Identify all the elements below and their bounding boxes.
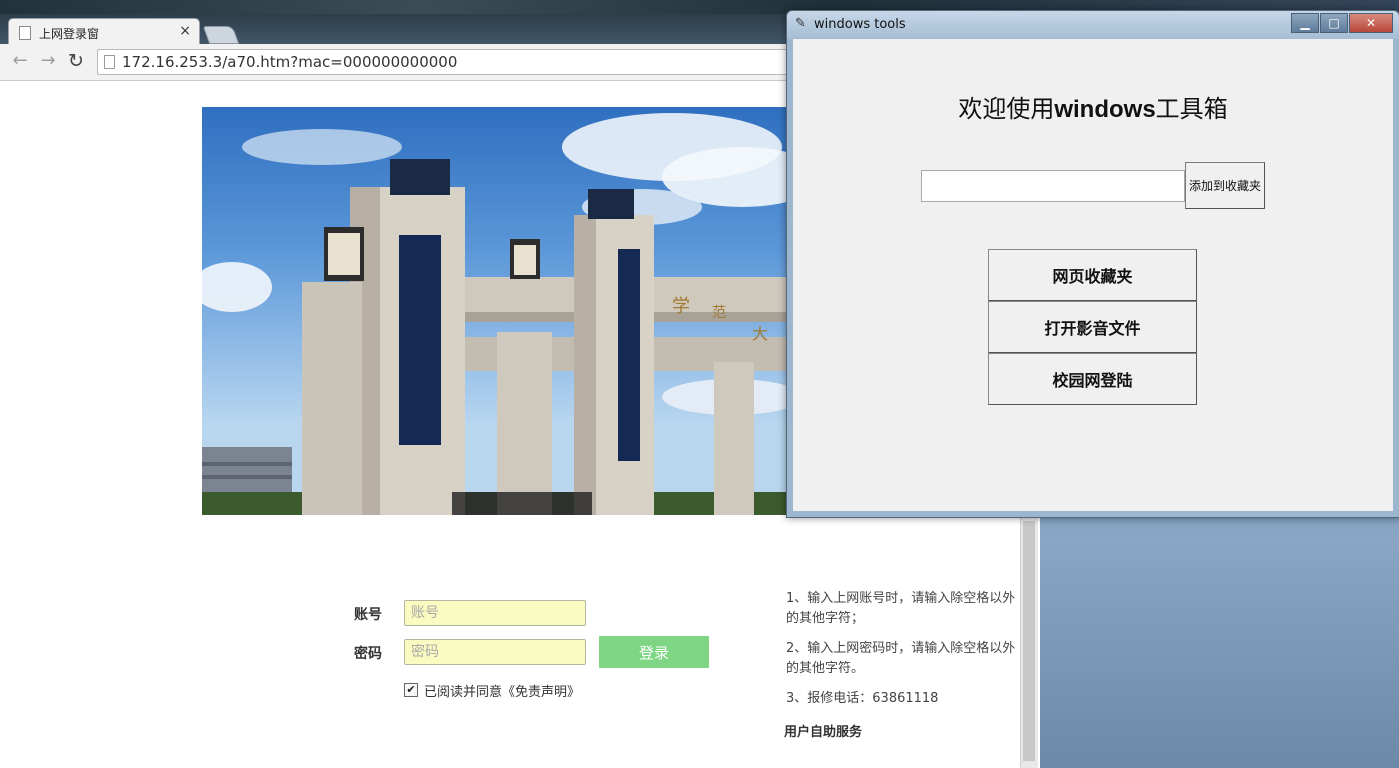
heading-prefix: 欢迎使用 <box>958 95 1055 123</box>
tip-item: 1、输入上网账号时，请输入除空格以外的其他字符； <box>786 591 1016 626</box>
open-media-button[interactable]: 打开影音文件 <box>988 301 1197 353</box>
close-icon[interactable]: × <box>179 23 191 39</box>
window-title: windows tools <box>814 17 906 32</box>
maximize-icon[interactable]: □ <box>1320 13 1348 33</box>
svg-text:大: 大 <box>752 324 768 343</box>
welcome-heading: 欢迎使用windows工具箱 <box>793 89 1393 124</box>
feather-icon: ✎ <box>795 16 806 31</box>
forward-arrow-icon[interactable]: → <box>38 51 58 71</box>
heading-suffix: 工具箱 <box>1155 95 1228 123</box>
page-icon <box>19 26 31 40</box>
page-icon <box>104 55 115 69</box>
new-tab-button[interactable] <box>202 26 240 44</box>
address-bar[interactable]: 172.16.253.3/a70.htm?mac=000000000000 <box>97 49 799 75</box>
login-button[interactable]: 登录 <box>599 636 709 668</box>
close-icon[interactable]: ✕ <box>1349 13 1393 33</box>
self-service-link[interactable]: 用户自助服务 <box>784 721 862 740</box>
window-titlebar[interactable]: ✎ windows tools ▁ □ ✕ <box>787 11 1399 39</box>
back-arrow-icon[interactable]: ← <box>10 51 30 71</box>
campus-login-button[interactable]: 校园网登陆 <box>988 353 1197 405</box>
add-to-favorites-button[interactable]: 添加到收藏夹 <box>1185 162 1265 209</box>
minimize-icon[interactable]: ▁ <box>1291 13 1319 33</box>
campus-gate-photo: 学 范 大 <box>202 107 792 515</box>
tip-item: 3、报修电话：63861118 <box>786 691 939 706</box>
account-label: 账号 <box>354 607 382 623</box>
account-input[interactable] <box>404 600 586 626</box>
window-client-area: 欢迎使用windows工具箱 添加到收藏夹 网页收藏夹 打开影音文件 校园网登陆 <box>793 39 1393 511</box>
tip-item: 2、输入上网密码时，请输入除空格以外的其他字符。 <box>786 641 1016 676</box>
agree-text: 已阅读并同意《免责声明》 <box>424 685 581 700</box>
windows-tools-window: ✎ windows tools ▁ □ ✕ 欢迎使用windows工具箱 添加到收藏… <box>786 10 1399 518</box>
window-controls: ▁ □ ✕ <box>1290 12 1393 33</box>
tab-login[interactable]: 上网登录窗 × <box>8 18 200 47</box>
svg-text:学: 学 <box>672 296 690 317</box>
favorites-button[interactable]: 网页收藏夹 <box>988 249 1197 301</box>
scrollbar-thumb[interactable] <box>1023 521 1035 761</box>
svg-text:范: 范 <box>712 304 726 321</box>
password-input[interactable] <box>404 639 586 665</box>
url-text[interactable]: 172.16.253.3/a70.htm?mac=000000000000 <box>122 50 457 74</box>
url-entry[interactable] <box>921 170 1185 202</box>
agree-checkbox[interactable]: ✔ <box>404 683 418 697</box>
password-label: 密码 <box>354 646 382 662</box>
tab-title: 上网登录窗 <box>39 27 100 41</box>
tips-panel: 1、输入上网账号时，请输入除空格以外的其他字符； 2、输入上网密码时，请输入除空… <box>786 589 1020 719</box>
heading-brand: windows <box>1054 96 1156 123</box>
reload-icon[interactable]: ↻ <box>66 51 86 71</box>
